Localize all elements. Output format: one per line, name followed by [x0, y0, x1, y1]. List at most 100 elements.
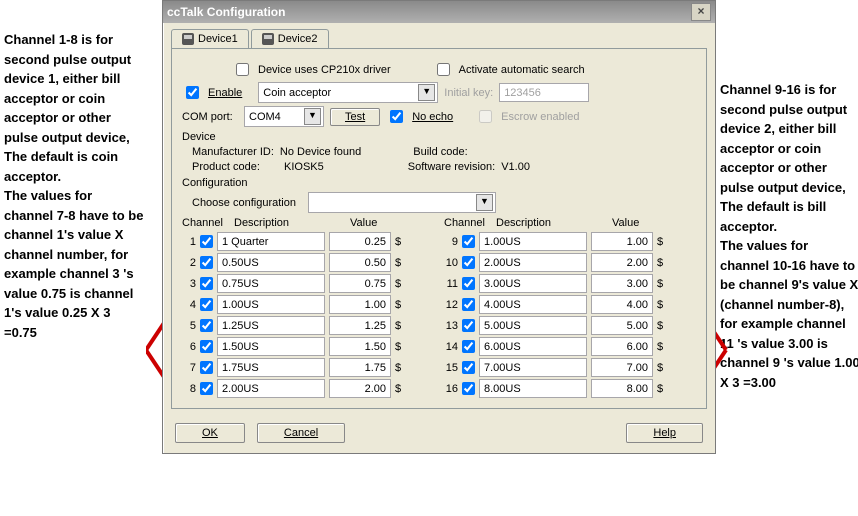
cp210x-checkbox[interactable]: [236, 63, 249, 76]
channel-enable-checkbox[interactable]: [462, 298, 475, 311]
left-annotation: Channel 1-8 is for second pulse output d…: [4, 30, 144, 342]
channel-number: 16: [444, 383, 458, 395]
choose-config-label: Choose configuration: [192, 197, 302, 209]
channel-desc-input[interactable]: [217, 274, 325, 293]
channel-enable-checkbox[interactable]: [200, 361, 213, 374]
channel-number: 15: [444, 362, 458, 374]
channel-desc-input[interactable]: [217, 379, 325, 398]
chevron-down-icon: ▼: [476, 194, 493, 211]
tabs: Device1 Device2: [163, 23, 715, 48]
hdr-value: Value: [350, 217, 410, 229]
channel-value-input[interactable]: [591, 274, 653, 293]
panel: Device uses CP210x driver Activate autom…: [171, 48, 707, 409]
channel-desc-input[interactable]: [217, 253, 325, 272]
channel-value-input[interactable]: [329, 316, 391, 335]
channel-desc-input[interactable]: [217, 316, 325, 335]
channel-enable-checkbox[interactable]: [200, 340, 213, 353]
channel-value-input[interactable]: [329, 337, 391, 356]
channel-enable-checkbox[interactable]: [462, 340, 475, 353]
channel-desc-input[interactable]: [479, 316, 587, 335]
enable-checkbox[interactable]: [186, 86, 199, 99]
channel-enable-checkbox[interactable]: [462, 256, 475, 269]
no-echo-checkbox[interactable]: [390, 110, 403, 123]
tab-label: Device1: [198, 33, 238, 45]
channel-enable-checkbox[interactable]: [462, 382, 475, 395]
help-button[interactable]: Help: [626, 423, 703, 443]
channel-value-input[interactable]: [329, 232, 391, 251]
sw-rev-value: V1.00: [501, 161, 530, 173]
cancel-button[interactable]: Cancel: [257, 423, 345, 443]
tab-device1[interactable]: Device1: [171, 29, 249, 48]
currency-label: $: [395, 341, 403, 353]
channel-enable-checkbox[interactable]: [200, 256, 213, 269]
channel-row: 11$: [444, 274, 696, 293]
channel-row: 2$: [182, 253, 434, 272]
mfr-id-value: No Device found: [280, 146, 361, 158]
channel-number: 5: [182, 320, 196, 332]
channel-value-input[interactable]: [591, 295, 653, 314]
sw-rev-label: Software revision:: [408, 161, 495, 173]
channel-value-input[interactable]: [591, 358, 653, 377]
channel-desc-input[interactable]: [479, 379, 587, 398]
channel-value-input[interactable]: [591, 316, 653, 335]
ok-button[interactable]: OK: [175, 423, 245, 443]
channel-value-input[interactable]: [591, 379, 653, 398]
channel-enable-checkbox[interactable]: [462, 277, 475, 290]
right-column: ChannelDescriptionValue 9$10$11$12$13$14…: [444, 217, 696, 400]
channel-enable-checkbox[interactable]: [462, 319, 475, 332]
no-echo-label: No echo: [412, 111, 453, 123]
channel-enable-checkbox[interactable]: [200, 319, 213, 332]
channel-enable-checkbox[interactable]: [200, 298, 213, 311]
channel-desc-input[interactable]: [479, 232, 587, 251]
channel-number: 10: [444, 257, 458, 269]
channel-value-input[interactable]: [329, 379, 391, 398]
channel-desc-input[interactable]: [217, 232, 325, 251]
tab-label: Device2: [278, 33, 318, 45]
channel-value-input[interactable]: [591, 232, 653, 251]
device-type-combo[interactable]: Coin acceptor▼: [258, 82, 438, 103]
currency-label: $: [395, 299, 403, 311]
hdr-value: Value: [612, 217, 672, 229]
test-button[interactable]: Test: [330, 108, 380, 126]
channel-desc-input[interactable]: [479, 295, 587, 314]
channel-enable-checkbox[interactable]: [462, 361, 475, 374]
activate-auto-checkbox[interactable]: [437, 63, 450, 76]
hdr-desc: Description: [496, 217, 606, 229]
channel-number: 6: [182, 341, 196, 353]
test-label: Test: [345, 111, 365, 123]
channel-desc-input[interactable]: [479, 274, 587, 293]
cp210x-label: Device uses CP210x driver: [258, 64, 391, 76]
channel-enable-checkbox[interactable]: [200, 382, 213, 395]
channel-number: 14: [444, 341, 458, 353]
com-port-combo[interactable]: COM4▼: [244, 106, 324, 127]
choose-config-combo[interactable]: ▼: [308, 192, 496, 213]
currency-label: $: [657, 383, 665, 395]
close-button[interactable]: ×: [691, 3, 711, 21]
escrow-checkbox: [479, 110, 492, 123]
disk-icon: [182, 33, 194, 45]
channel-number: 13: [444, 320, 458, 332]
channel-enable-checkbox[interactable]: [200, 277, 213, 290]
channel-value-input[interactable]: [591, 253, 653, 272]
channel-value-input[interactable]: [591, 337, 653, 356]
currency-label: $: [395, 278, 403, 290]
channel-number: 4: [182, 299, 196, 311]
channel-value-input[interactable]: [329, 253, 391, 272]
channel-desc-input[interactable]: [217, 337, 325, 356]
device-type-value: Coin acceptor: [263, 87, 331, 99]
channel-desc-input[interactable]: [217, 358, 325, 377]
channel-desc-input[interactable]: [217, 295, 325, 314]
currency-label: $: [657, 320, 665, 332]
tab-device2[interactable]: Device2: [251, 29, 329, 48]
channel-desc-input[interactable]: [479, 253, 587, 272]
activate-auto-label: Activate automatic search: [459, 64, 585, 76]
channel-row: 13 $: [444, 316, 696, 335]
channel-row: 8$: [182, 379, 434, 398]
channel-value-input[interactable]: [329, 358, 391, 377]
channel-value-input[interactable]: [329, 274, 391, 293]
channel-enable-checkbox[interactable]: [462, 235, 475, 248]
channel-desc-input[interactable]: [479, 337, 587, 356]
channel-desc-input[interactable]: [479, 358, 587, 377]
channel-value-input[interactable]: [329, 295, 391, 314]
channel-enable-checkbox[interactable]: [200, 235, 213, 248]
